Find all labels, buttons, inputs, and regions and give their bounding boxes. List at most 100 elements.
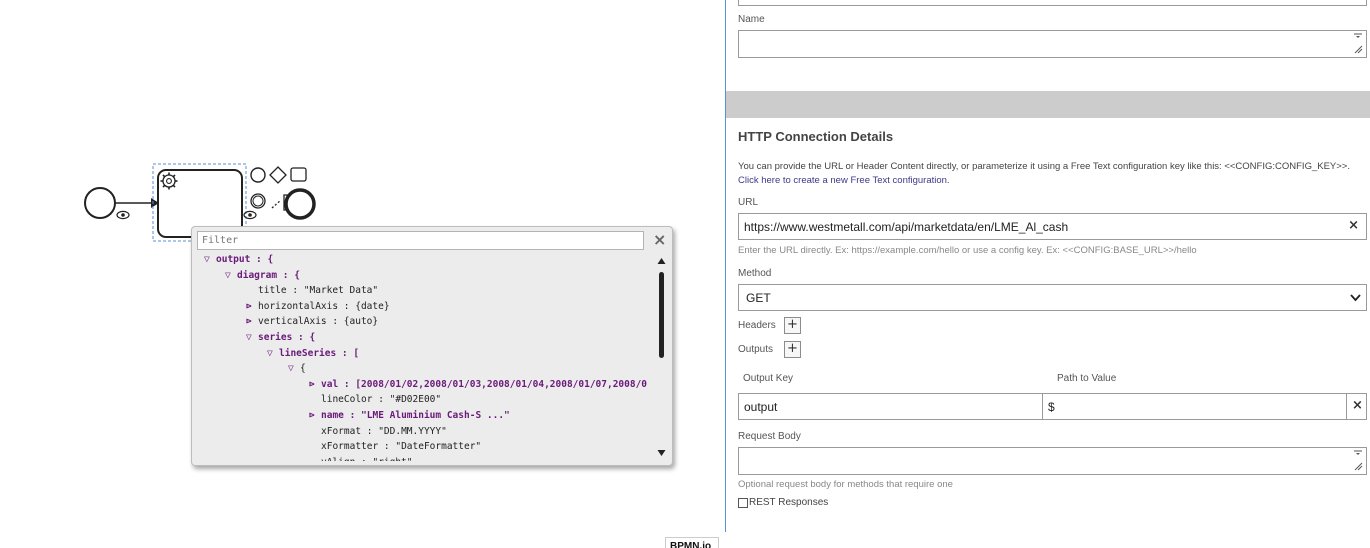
properties-panel: Name HTTP Connection Details You can pro… [726,0,1370,548]
json-value: : { [277,269,300,281]
url-label: URL [738,197,759,208]
json-key: xFormat [321,425,362,437]
eye-icon[interactable] [116,210,130,220]
url-hint: Enter the URL directly. Ex: https://exam… [738,245,1197,256]
append-task-icon[interactable] [290,167,307,182]
output-key-input[interactable]: output [738,393,1043,420]
path-to-value-header: Path to Value [1057,373,1117,384]
json-key: xFormatter [321,441,379,453]
json-value: { [300,363,306,375]
collapse-icon[interactable]: ▽ [225,268,237,283]
collapse-icon[interactable]: ▽ [246,330,258,345]
json-tree-row: title : "Market Data" [246,283,378,298]
json-key: series [258,332,293,343]
json-key: diagram [237,269,278,281]
json-value: : "DD.MM.YYYY" [361,425,447,437]
collapse-icon[interactable]: ▽ [267,346,279,361]
json-tree-row: lineColor : "#D02E00" [309,392,441,407]
close-icon[interactable]: × [653,230,666,249]
json-tree-row[interactable]: ▽ lineSeries : [ [267,346,359,361]
eye-icon[interactable] [243,210,257,220]
append-gateway-icon[interactable] [269,166,287,184]
json-value: : { [292,332,316,343]
json-value: : { [250,254,274,265]
json-key: output [216,254,251,265]
json-tree-row[interactable]: ▽ output : { [204,252,273,267]
json-tree-row[interactable]: ⊳ val : [2008/01/02,2008/01/03,2008/01/04… [309,377,654,392]
path-to-value-value: $ [1048,400,1055,414]
add-header-button[interactable]: + [784,317,801,334]
json-value: : "LME Aluminium Cash-S ..." [343,410,510,421]
json-key: title [258,285,287,297]
section-title: HTTP Connection Details [738,129,894,144]
bpmn-io-badge[interactable]: BPMN.io [665,537,719,548]
scroll-down-icon[interactable] [657,450,666,456]
headers-label: Headers [738,320,776,331]
info-text: You can provide the URL or Header Conten… [738,161,1350,172]
scrollbar[interactable] [656,255,667,459]
method-select[interactable]: GET [738,284,1367,311]
json-key: lineSeries [279,347,337,359]
json-tree-row[interactable]: ⊳ name : "LME Aluminium Cash-S ..." [309,408,510,423]
request-body-hint: Optional request body for methods that r… [738,479,953,490]
start-event[interactable] [84,187,116,219]
json-key: val [321,378,339,390]
append-end-event-icon[interactable] [250,167,266,183]
json-key: lineColor [321,394,373,406]
request-body-textarea[interactable] [738,447,1367,475]
method-value: GET [746,291,771,305]
json-tree-row[interactable]: ⊳ horizontalAxis : {date} [246,299,390,314]
resize-icon[interactable] [1353,32,1363,56]
json-tree-row: xFormat : "DD.MM.YYYY" [309,424,447,439]
json-value: : "Market Data" [286,285,379,297]
section-separator [726,91,1370,118]
clear-url-icon[interactable]: × [1348,218,1359,233]
json-tree-row[interactable]: ▽{ [288,361,306,376]
collapse-icon[interactable]: ▽ [204,252,216,267]
json-tree-row[interactable]: ⊳ verticalAxis : {auto} [246,314,378,329]
rest-responses-checkbox[interactable] [738,498,748,508]
create-config-link[interactable]: Click here to create a new Free Text con… [738,175,950,186]
json-key: name [321,410,344,421]
add-output-button[interactable]: + [784,341,801,358]
remove-output-button[interactable]: × [1346,393,1367,420]
expand-icon[interactable]: ⊳ [309,377,321,392]
expand-icon[interactable]: ⊳ [246,299,258,314]
rest-responses-label[interactable]: REST Responses [749,497,828,508]
url-input[interactable]: https://www.westmetall.com/api/marketdat… [738,213,1367,240]
json-tree-row[interactable]: ▽ diagram : { [225,268,300,283]
remove-output-icon: × [1352,398,1363,413]
json-value: : {date} [338,300,390,312]
collapse-icon[interactable]: ▽ [288,361,300,376]
json-tree: ▽ output : {▽ diagram : {title : "Market D… [192,251,654,461]
bpmn-canvas[interactable]: BPMN.io × ▽output : {▽diagram : {title :… [0,0,725,548]
request-body-label: Request Body [738,431,801,442]
json-key: horizontalAxis [258,300,339,312]
scroll-up-icon[interactable] [657,258,666,264]
json-tree-row: xFormatter : "DateFormatter" [309,439,481,454]
resize-icon[interactable] [1353,449,1363,473]
top-field[interactable] [738,0,1367,6]
expand-icon[interactable]: ⊳ [246,314,258,329]
url-value: https://www.westmetall.com/api/marketdat… [744,220,1069,234]
bpmn-badge-wrap: BPMN.io [665,537,719,548]
json-tree-row[interactable]: ▽ series : { [246,330,315,345]
filter-input[interactable] [197,231,644,250]
path-to-value-input[interactable]: $ [1042,393,1347,420]
json-value: : "right" [355,457,412,461]
outputs-label: Outputs [738,344,774,355]
name-label: Name [738,14,765,25]
json-value: : [2008/01/02,2008/01/03,2008/01/04,2008… [338,378,654,390]
method-label: Method [738,268,772,279]
end-event[interactable] [284,188,316,220]
name-textarea[interactable] [738,30,1367,58]
expand-icon[interactable]: ⊳ [309,408,321,423]
connect-icon[interactable] [271,199,282,209]
json-key: yAlign [321,457,355,461]
chevron-down-icon [1350,294,1361,302]
json-value: : "#D02E00" [372,394,442,406]
json-value: : [ [336,347,360,359]
json-viewer-popup: × ▽output : {▽diagram : {title : "Market… [191,226,673,466]
scroll-thumb[interactable] [659,272,664,358]
json-value: : "DateFormatter" [378,441,482,453]
